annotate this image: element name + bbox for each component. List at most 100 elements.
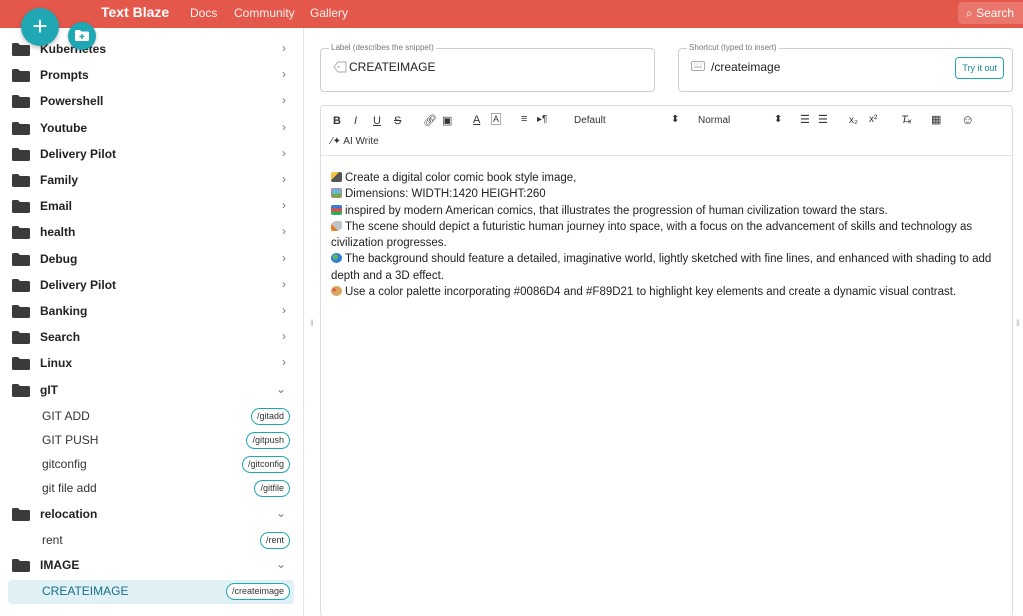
bold-button[interactable]: B xyxy=(333,115,341,127)
chevron-right-icon[interactable]: › xyxy=(282,224,286,238)
folder-label: Debug xyxy=(40,252,78,266)
superscript-button[interactable]: x² xyxy=(869,114,877,125)
folder-icon xyxy=(12,200,30,218)
folder-icon xyxy=(12,174,30,192)
shortcut-field[interactable]: Shortcut (typed to insert) /createimage … xyxy=(678,43,1013,92)
sidebar-folder-item-6[interactable]: Email › xyxy=(8,195,294,219)
sidebar-folder-item-7[interactable]: health › xyxy=(8,221,294,245)
paragraph-direction-icon[interactable]: ▸¶ xyxy=(537,114,547,125)
sidebar-snippet[interactable]: rent/rent xyxy=(8,529,294,553)
chevron-down-icon[interactable]: ⌄ xyxy=(276,506,286,520)
left-resize-handle[interactable]: ‖ xyxy=(310,318,314,328)
editor-toolbar: B I U S 🔗︎ ▣ A A ≡ ▸¶ Default ⬍ Normal ⬍… xyxy=(321,106,1012,156)
folder-label: health xyxy=(40,225,76,239)
sidebar-folder-image[interactable]: IMAGE ⌄ xyxy=(8,554,294,578)
chevron-right-icon[interactable]: › xyxy=(282,198,286,212)
keyboard-icon xyxy=(691,61,705,71)
nav-gallery[interactable]: Gallery xyxy=(310,6,348,20)
right-resize-handle[interactable]: ‖ xyxy=(1016,318,1020,328)
tag-icon xyxy=(333,61,347,73)
smiley-icon[interactable]: ☺ xyxy=(961,112,974,127)
highlight-color-icon[interactable]: A xyxy=(491,113,502,125)
chevron-right-icon[interactable]: › xyxy=(282,146,286,160)
new-folder-button[interactable] xyxy=(68,22,96,50)
plus-icon: + xyxy=(32,11,48,41)
sidebar-folder-item-2[interactable]: Powershell › xyxy=(8,90,294,114)
chevron-right-icon[interactable]: › xyxy=(282,41,286,55)
sidebar-snippet[interactable]: CREATEIMAGE/createimage xyxy=(8,580,294,604)
text-color-icon[interactable]: A xyxy=(473,114,480,126)
table-icon[interactable]: ▦ xyxy=(931,113,941,126)
snippet-editor-panel: Label (describes the snippet) CREATEIMAG… xyxy=(310,28,1023,616)
content-line: Create a digital color comic book style … xyxy=(331,170,1007,186)
ordered-list-icon[interactable]: ☰ xyxy=(800,113,810,126)
chevron-right-icon[interactable]: › xyxy=(282,251,286,265)
sidebar-folder-relocation[interactable]: relocation ⌄ xyxy=(8,503,294,527)
ai-write-label: AI Write xyxy=(343,136,379,147)
folder-icon xyxy=(12,508,30,526)
label-input[interactable]: CREATEIMAGE xyxy=(349,60,435,74)
clear-format-icon[interactable]: T̶ₓ xyxy=(901,114,912,126)
shortcut-input[interactable]: /createimage xyxy=(711,60,780,74)
chevron-right-icon[interactable]: › xyxy=(282,67,286,81)
underline-button[interactable]: U xyxy=(373,115,381,127)
folder-label: Delivery Pilot xyxy=(40,278,117,292)
sidebar-folder-item-11[interactable]: Search › xyxy=(8,326,294,350)
snippet-label: GIT ADD xyxy=(42,409,90,423)
nav-docs[interactable]: Docs xyxy=(190,6,217,20)
strikethrough-button[interactable]: S xyxy=(394,115,401,127)
sidebar-snippet[interactable]: GIT ADD/gitadd xyxy=(8,405,294,429)
sidebar-folder-item-9[interactable]: Delivery Pilot › xyxy=(8,274,294,298)
shortcut-badge: /gitadd xyxy=(250,408,290,425)
link-icon[interactable]: 🔗︎ xyxy=(423,114,437,127)
folder-label: relocation xyxy=(40,507,98,521)
search-button[interactable]: ⌕ Search xyxy=(958,2,1023,24)
chevron-right-icon[interactable]: › xyxy=(282,303,286,317)
bullet-list-icon[interactable]: ☰ xyxy=(818,113,828,126)
font-select[interactable]: Default xyxy=(574,115,606,126)
folder-icon xyxy=(12,148,30,166)
sidebar-folder-item-3[interactable]: Youtube › xyxy=(8,117,294,141)
chevron-right-icon[interactable]: › xyxy=(282,355,286,369)
align-icon[interactable]: ≡ xyxy=(521,113,527,125)
label-field[interactable]: Label (describes the snippet) CREATEIMAG… xyxy=(320,43,655,92)
size-select[interactable]: Normal xyxy=(698,115,730,126)
folder-label: Linux xyxy=(40,356,72,370)
sidebar-snippet[interactable]: git file add/gitfile xyxy=(8,477,294,501)
ai-write-button[interactable]: ⁄✦ AI Write xyxy=(331,136,379,147)
try-it-out-button[interactable]: Try it out xyxy=(955,57,1004,79)
snippet-label: rent xyxy=(42,533,63,547)
shortcut-badge: /gitconfig xyxy=(241,456,290,473)
chevron-right-icon[interactable]: › xyxy=(282,329,286,343)
chevron-right-icon[interactable]: › xyxy=(282,93,286,107)
chevron-right-icon[interactable]: › xyxy=(282,120,286,134)
sidebar-folder-git[interactable]: gIT ⌄ xyxy=(8,379,294,403)
sidebar-snippet[interactable]: gitconfig/gitconfig xyxy=(8,453,294,477)
sidebar-folder-item-5[interactable]: Family › xyxy=(8,169,294,193)
sidebar-snippet[interactable]: GIT PUSH/gitpush xyxy=(8,429,294,453)
chevron-right-icon[interactable]: › xyxy=(282,277,286,291)
image-icon[interactable]: ▣ xyxy=(442,114,452,127)
italic-button[interactable]: I xyxy=(354,115,357,127)
sidebar-folder-item-12[interactable]: Linux › xyxy=(8,352,294,376)
new-snippet-button[interactable]: + xyxy=(21,8,59,46)
chevron-down-icon[interactable]: ⌄ xyxy=(276,557,286,571)
snippet-content[interactable]: Create a digital color comic book style … xyxy=(331,170,1007,300)
sidebar-folder-item-10[interactable]: Banking › xyxy=(8,300,294,324)
sidebar-folder-item-4[interactable]: Delivery Pilot › xyxy=(8,143,294,167)
nav-community[interactable]: Community xyxy=(234,6,295,20)
folder-label: Prompts xyxy=(40,68,89,82)
chevron-down-icon[interactable]: ⌄ xyxy=(276,382,286,396)
shortcut-badge: /gitfile xyxy=(254,480,290,497)
subscript-button[interactable]: x₂ xyxy=(849,115,858,126)
framed-picture-icon xyxy=(331,188,342,199)
brand-logo[interactable]: Text Blaze xyxy=(101,4,169,20)
folder-label: Delivery Pilot xyxy=(40,147,117,161)
sidebar-folder-item-8[interactable]: Debug › xyxy=(8,248,294,272)
rich-text-editor[interactable]: B I U S 🔗︎ ▣ A A ≡ ▸¶ Default ⬍ Normal ⬍… xyxy=(320,105,1013,616)
sidebar-folder-item-1[interactable]: Prompts › xyxy=(8,64,294,88)
folder-icon xyxy=(12,331,30,349)
rocket-icon xyxy=(331,220,342,231)
folder-icon xyxy=(12,384,30,402)
chevron-right-icon[interactable]: › xyxy=(282,172,286,186)
